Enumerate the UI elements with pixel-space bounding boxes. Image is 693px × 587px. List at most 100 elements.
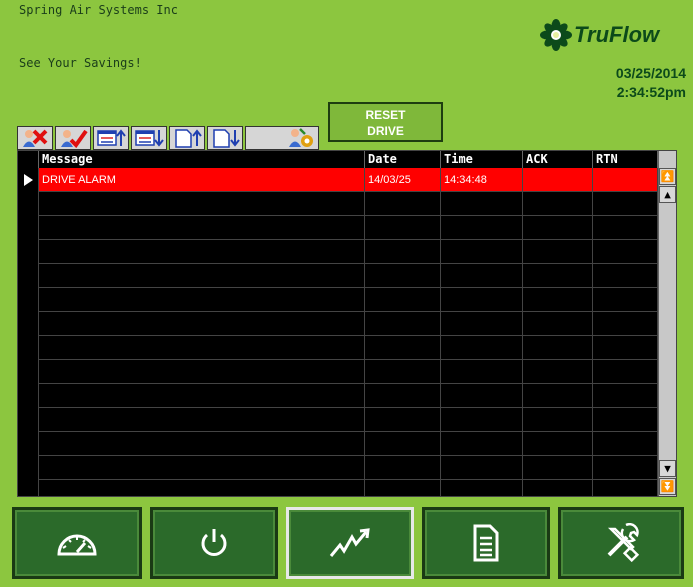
cell-ack bbox=[523, 384, 593, 408]
cell-time bbox=[441, 192, 523, 216]
ack-all-alarms-icon bbox=[61, 129, 88, 148]
sort-up-button[interactable] bbox=[93, 126, 129, 150]
down-arrow-icon: ▼ bbox=[664, 462, 671, 475]
logo-text: TruFlow bbox=[574, 22, 660, 47]
cell-ack bbox=[523, 408, 593, 432]
page-up-button[interactable] bbox=[169, 126, 205, 150]
cell-message bbox=[39, 384, 365, 408]
table-row[interactable]: DRIVE ALARM 14/03/25 14:34:48 bbox=[18, 168, 658, 192]
cell-time bbox=[441, 336, 523, 360]
table-row[interactable] bbox=[18, 408, 658, 432]
cell-message bbox=[39, 480, 365, 496]
cell-rtn bbox=[593, 192, 658, 216]
nav-tools-button[interactable] bbox=[558, 507, 684, 579]
row-marker bbox=[18, 408, 39, 432]
column-header-date[interactable]: Date bbox=[365, 151, 441, 168]
document-icon bbox=[473, 524, 499, 562]
cell-rtn bbox=[593, 360, 658, 384]
table-row[interactable] bbox=[18, 312, 658, 336]
cell-time bbox=[441, 384, 523, 408]
sort-down-button[interactable] bbox=[131, 126, 167, 150]
ack-alarm-icon bbox=[23, 129, 48, 147]
column-header-rtn[interactable]: RTN bbox=[593, 151, 658, 168]
row-marker bbox=[18, 240, 39, 264]
cell-ack bbox=[523, 312, 593, 336]
page-down-icon bbox=[213, 129, 240, 148]
row-marker bbox=[18, 360, 39, 384]
nav-trend-button[interactable] bbox=[286, 507, 414, 579]
truflow-logo: TruFlow bbox=[540, 18, 680, 52]
table-row[interactable] bbox=[18, 240, 658, 264]
cell-message bbox=[39, 240, 365, 264]
cell-ack bbox=[523, 360, 593, 384]
current-date: 03/25/2014 bbox=[615, 65, 686, 81]
cell-message bbox=[39, 288, 365, 312]
reset-drive-label-line2: DRIVE bbox=[367, 124, 404, 138]
column-header-ack[interactable]: ACK bbox=[523, 151, 593, 168]
row-marker bbox=[18, 480, 39, 496]
ack-alarm-button[interactable] bbox=[17, 126, 53, 150]
cell-time bbox=[441, 216, 523, 240]
row-marker bbox=[18, 336, 39, 360]
column-header-time[interactable]: Time bbox=[441, 151, 523, 168]
gauge-icon bbox=[57, 534, 97, 556]
row-marker bbox=[18, 264, 39, 288]
tagline: See Your Savings! bbox=[19, 56, 142, 70]
cell-ack bbox=[523, 456, 593, 480]
table-row[interactable] bbox=[18, 336, 658, 360]
vertical-scrollbar[interactable]: ⏫ ▲ ▼ ⏬ bbox=[658, 151, 676, 496]
table-row[interactable] bbox=[18, 384, 658, 408]
table-row[interactable] bbox=[18, 456, 658, 480]
cell-rtn bbox=[593, 336, 658, 360]
row-marker bbox=[18, 288, 39, 312]
ack-all-alarms-button[interactable] bbox=[55, 126, 91, 150]
nav-gauge-button[interactable] bbox=[12, 507, 142, 579]
table-row[interactable] bbox=[18, 192, 658, 216]
cell-time bbox=[441, 480, 523, 496]
table-row[interactable] bbox=[18, 480, 658, 496]
table-row[interactable] bbox=[18, 432, 658, 456]
cell-ack bbox=[523, 336, 593, 360]
sort-up-icon bbox=[97, 129, 126, 146]
cell-date bbox=[365, 336, 441, 360]
row-marker bbox=[18, 192, 39, 216]
column-header-message[interactable]: Message bbox=[39, 151, 365, 168]
nav-document-button[interactable] bbox=[422, 507, 550, 579]
cell-rtn bbox=[593, 480, 658, 496]
table-row[interactable] bbox=[18, 216, 658, 240]
cell-time bbox=[441, 432, 523, 456]
reset-drive-label-line1: RESET bbox=[365, 108, 406, 122]
cell-time bbox=[441, 360, 523, 384]
cell-date bbox=[365, 384, 441, 408]
page-up-icon bbox=[175, 129, 202, 148]
selected-row-arrow-icon bbox=[24, 174, 33, 186]
cell-time bbox=[441, 456, 523, 480]
nav-power-button[interactable] bbox=[150, 507, 278, 579]
cell-message bbox=[39, 456, 365, 480]
scroll-top-button[interactable]: ⏫ bbox=[659, 168, 676, 185]
row-marker bbox=[18, 384, 39, 408]
table-row[interactable] bbox=[18, 360, 658, 384]
cell-rtn bbox=[593, 456, 658, 480]
scroll-up-button[interactable]: ▲ bbox=[659, 186, 676, 203]
cell-rtn bbox=[593, 240, 658, 264]
row-marker bbox=[18, 168, 39, 192]
table-row[interactable] bbox=[18, 288, 658, 312]
scroll-bottom-button[interactable]: ⏬ bbox=[659, 478, 676, 495]
cell-date: 14/03/25 bbox=[365, 168, 441, 192]
table-row[interactable] bbox=[18, 264, 658, 288]
alarm-settings-button[interactable] bbox=[245, 126, 319, 150]
cell-date bbox=[365, 408, 441, 432]
cell-ack bbox=[523, 432, 593, 456]
cell-date bbox=[365, 240, 441, 264]
reset-drive-button[interactable]: RESET DRIVE bbox=[328, 102, 443, 142]
up-arrow-icon: ▲ bbox=[664, 188, 671, 201]
company-name: Spring Air Systems Inc bbox=[19, 3, 178, 17]
page-down-button[interactable] bbox=[207, 126, 243, 150]
cell-date bbox=[365, 480, 441, 496]
cell-rtn bbox=[593, 312, 658, 336]
cell-message bbox=[39, 264, 365, 288]
cell-message bbox=[39, 312, 365, 336]
scroll-down-button[interactable]: ▼ bbox=[659, 460, 676, 477]
trend-icon bbox=[329, 528, 370, 557]
